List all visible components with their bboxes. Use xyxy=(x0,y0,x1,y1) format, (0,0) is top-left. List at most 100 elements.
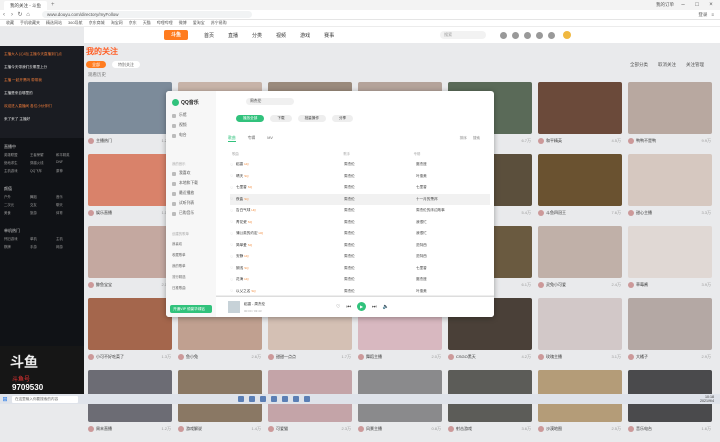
left-section-item[interactable]: 英雄联盟 xyxy=(4,152,30,157)
stream-card[interactable]: 音乐电台 1.6万 xyxy=(628,370,715,442)
streamer-avatar[interactable] xyxy=(538,426,544,432)
sort-button[interactable]: 排序 xyxy=(460,136,467,141)
streamer-name[interactable]: 周末直播 xyxy=(96,426,136,432)
song-artist[interactable]: 周杰伦 xyxy=(344,185,416,190)
forward-icon[interactable]: › xyxy=(8,12,16,18)
streamer-name[interactable]: 大橘子 xyxy=(636,354,676,360)
stream-card[interactable]: 鸭鸭不是鸭 9.9万 xyxy=(628,82,715,154)
stream-card[interactable]: 风景主播 0.8万 xyxy=(358,370,445,442)
streamer-avatar[interactable] xyxy=(88,138,94,144)
song-artist[interactable]: 周杰伦 xyxy=(344,277,416,282)
streamer-avatar[interactable] xyxy=(268,354,274,360)
song-artist[interactable]: 周杰伦 xyxy=(344,220,416,225)
play-icon[interactable]: ▶ xyxy=(357,302,366,311)
stream-thumbnail[interactable] xyxy=(538,82,622,134)
left-section-item[interactable]: 交友 xyxy=(30,202,56,207)
song-album[interactable]: 范特西 xyxy=(416,243,486,248)
streamer-avatar[interactable] xyxy=(628,354,634,360)
streamer-avatar[interactable] xyxy=(538,354,544,360)
streamer-avatar[interactable] xyxy=(628,282,634,288)
stream-card[interactable]: 鲸鱼宝宝2.1万 xyxy=(88,226,175,298)
stream-thumbnail[interactable] xyxy=(538,154,622,206)
stream-card[interactable]: 斗鱼四冠王 7.6万 xyxy=(538,154,625,226)
bookmark-item[interactable]: 收藏 xyxy=(6,20,14,26)
streamer-name[interactable]: 小可不好吃菜了 xyxy=(96,354,136,360)
site-nav-item[interactable]: 游戏 xyxy=(300,32,310,39)
stream-thumbnail[interactable] xyxy=(628,82,712,134)
live-icon[interactable] xyxy=(548,31,556,39)
left-section-item[interactable]: 穿越火线 xyxy=(30,160,56,165)
browser-tab[interactable]: 我的关注 - 斗鱼 xyxy=(4,0,47,10)
start-icon[interactable]: ⊞ xyxy=(0,396,10,403)
left-section-item[interactable]: 王者荣耀 xyxy=(30,152,56,157)
streamer-name[interactable]: 鱼小兔 xyxy=(186,354,226,360)
progress-bar[interactable] xyxy=(216,296,494,297)
streamer-name[interactable]: 风景主播 xyxy=(366,426,406,432)
streamer-avatar[interactable] xyxy=(178,354,184,360)
stream-card[interactable]: 主播热门1.2万 xyxy=(88,82,175,154)
song-row[interactable]: ♡ 七里香 SQ 周杰伦 七里香 xyxy=(230,182,490,194)
bookmark-item[interactable]: 360导航 xyxy=(68,20,83,26)
streamer-name[interactable]: 主播热门 xyxy=(96,138,136,144)
tab-mv[interactable]: MV xyxy=(267,136,273,142)
song-row[interactable]: ♡ 搁浅 SQ 周杰伦 七里香 xyxy=(230,263,490,275)
stream-card[interactable]: 甜心主播 3.3万 xyxy=(628,154,715,226)
song-album[interactable]: 七里香 xyxy=(416,185,486,190)
streamer-name[interactable]: 游戏解说 xyxy=(186,426,226,432)
stream-card[interactable]: 娱乐直播1.1万 xyxy=(88,154,175,226)
bookmark-item[interactable]: 精选网站 xyxy=(46,20,62,26)
streamer-avatar[interactable] xyxy=(88,282,94,288)
site-nav-item[interactable]: 首页 xyxy=(204,32,214,39)
left-section-item[interactable]: 舞蹈 xyxy=(30,194,56,199)
left-section-item[interactable]: 和平精英 xyxy=(56,152,82,157)
streamer-name[interactable]: 舞蹈主播 xyxy=(366,354,406,360)
bookmark-item[interactable]: 苏宁易购 xyxy=(211,20,227,26)
streamer-avatar[interactable] xyxy=(88,210,94,216)
streamer-name[interactable]: 甜甜一点点 xyxy=(276,354,316,360)
address-bar[interactable]: www.douyu.com/directory/myFollow xyxy=(42,11,252,18)
left-section-item[interactable]: QQ飞车 xyxy=(30,168,56,173)
song-album[interactable]: 十一月的萧邦 xyxy=(416,197,486,202)
song-album[interactable]: 我很忙 xyxy=(416,220,486,225)
left-section-item[interactable]: 旅游 xyxy=(30,210,56,215)
bookmark-item[interactable]: 爱淘宝 xyxy=(193,20,205,26)
song-album[interactable]: 叶惠美 xyxy=(416,289,486,294)
previous-icon[interactable]: ⏮ xyxy=(346,304,351,310)
song-row[interactable]: ♡ 晴天 SQ 周杰伦 叶惠美 xyxy=(230,171,490,183)
open-vip-button[interactable]: 开通VIP 领豪华绿钻 xyxy=(170,305,212,313)
streamer-avatar[interactable] xyxy=(538,282,544,288)
watch-history-link[interactable]: 观看历史 xyxy=(88,72,106,78)
song-row[interactable]: ♡ 蒲公英的约定 HQ 周杰伦 我很忙 xyxy=(230,228,490,240)
site-nav-item[interactable]: 直播 xyxy=(228,32,238,39)
stream-thumbnail[interactable] xyxy=(538,226,622,278)
left-section-item[interactable]: 主机 xyxy=(56,236,82,241)
song-album[interactable]: 范特西 xyxy=(416,254,486,259)
streamer-name[interactable]: 娱乐直播 xyxy=(96,210,136,216)
next-icon[interactable]: ⏭ xyxy=(372,304,377,310)
user-avatar[interactable] xyxy=(563,31,572,39)
stream-thumbnail[interactable] xyxy=(88,298,172,350)
streamer-avatar[interactable] xyxy=(628,138,634,144)
song-row[interactable]: ♡ 简单爱 SQ 周杰伦 范特西 xyxy=(230,240,490,252)
left-section-item[interactable]: 音乐 xyxy=(56,194,82,199)
left-section-item[interactable]: 棋牌 xyxy=(4,244,30,249)
music-nav-item[interactable]: 试听列表 xyxy=(172,201,194,206)
music-playlist-item[interactable]: 我的歌单 xyxy=(172,263,186,268)
batch-button[interactable]: 批量操作 xyxy=(297,115,326,122)
site-nav-item[interactable]: 视频 xyxy=(276,32,286,39)
streamer-avatar[interactable] xyxy=(448,426,454,432)
unfollow-button[interactable]: 取消关注 xyxy=(658,62,676,68)
streamer-name[interactable]: 可爱猫 xyxy=(276,426,316,432)
bookmark-item[interactable]: 手机收藏夹 xyxy=(20,20,40,26)
left-section-item[interactable]: DNF xyxy=(56,160,82,165)
bookmark-item[interactable]: 哔哩哔哩 xyxy=(157,20,173,26)
song-artist[interactable]: 周杰伦 xyxy=(344,162,416,167)
streamer-avatar[interactable] xyxy=(88,354,94,360)
song-album[interactable]: 魔杰座 xyxy=(416,277,486,282)
song-row[interactable]: ♡ 告白气球 HQ 周杰伦 周杰伦的床边故事 xyxy=(230,205,490,217)
nav-right-orders[interactable]: 我的订单 xyxy=(656,2,674,8)
streamer-avatar[interactable] xyxy=(178,426,184,432)
app-icon[interactable] xyxy=(260,396,266,402)
left-section-item[interactable]: 单机 xyxy=(30,236,56,241)
stream-card[interactable]: 游戏解说 1.4万 xyxy=(178,370,265,442)
